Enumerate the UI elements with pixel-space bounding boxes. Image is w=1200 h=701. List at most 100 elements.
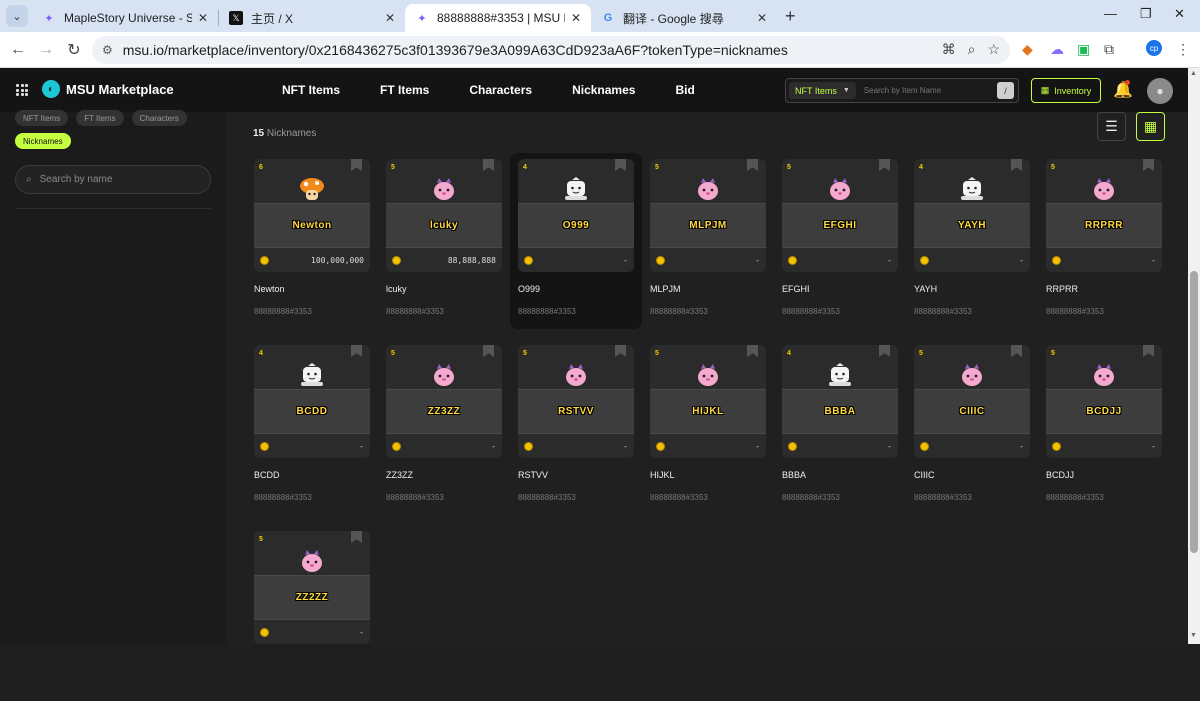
close-icon[interactable]: ✕ (198, 11, 208, 25)
nickname-card[interactable]: 5 BCDJJ - BCDJJ 88888888#3353 (1038, 339, 1170, 515)
search-category-label: NFT Items (795, 85, 837, 96)
address-bar[interactable]: ⚙ msu.io/marketplace/inventory/0x2168436… (92, 36, 1010, 64)
bookmark-icon[interactable] (483, 345, 494, 357)
extension-cloud-icon[interactable]: ☁ (1050, 41, 1064, 58)
nickname-card[interactable]: 4 YAYH - YAYH 88888888#3353 (906, 153, 1038, 329)
menu-dots-icon[interactable]: ⋮ (1176, 41, 1190, 58)
nav-nft-items[interactable]: NFT Items (282, 83, 340, 97)
nickname-plate: ZZ2ZZ (254, 575, 370, 620)
close-icon[interactable]: ✕ (571, 11, 581, 25)
bookmark-icon[interactable] (615, 345, 626, 357)
name-search-input[interactable]: ⌕ Search by name (15, 165, 211, 194)
inventory-button[interactable]: ▦ Inventory (1031, 78, 1101, 103)
grade-badge: 4 (523, 164, 527, 171)
chip-characters[interactable]: Characters (131, 110, 187, 126)
close-window-icon[interactable]: ✕ (1174, 6, 1185, 22)
tab-search-chevron-icon[interactable]: ⌄ (6, 5, 28, 27)
browser-tab-3[interactable]: G 翻译 - Google 搜尋 ✕ (591, 4, 777, 32)
price: - (1151, 442, 1156, 451)
nav-bid[interactable]: Bid (675, 83, 694, 97)
nickname-plate: Newton (254, 203, 370, 248)
scrollbar-thumb[interactable] (1190, 271, 1198, 553)
chip-nft-items[interactable]: NFT Items (15, 110, 69, 126)
site-info-icon[interactable]: ⚙ (102, 43, 113, 57)
price: - (887, 256, 892, 265)
star-icon[interactable]: ☆ (987, 41, 1000, 58)
back-icon[interactable]: ← (4, 41, 32, 59)
bookmark-icon[interactable] (879, 345, 890, 357)
close-icon[interactable]: ✕ (385, 11, 395, 25)
logo[interactable]: ◐ MSU Marketplace (42, 80, 174, 98)
chip-nicknames[interactable]: Nicknames (15, 133, 71, 149)
bookmark-icon[interactable] (1011, 159, 1022, 171)
owner-name: 88888888#3353 (386, 493, 444, 502)
nav-characters[interactable]: Characters (469, 83, 532, 97)
nickname-plate: O999 (518, 203, 634, 248)
extensions-puzzle-icon[interactable]: ⧉ (1104, 41, 1114, 58)
translate-icon[interactable]: ⌘ (942, 41, 956, 58)
coin-icon (392, 256, 401, 265)
nickname-card[interactable]: 4 O999 - O999 88888888#3353 (510, 153, 642, 329)
browser-tab-2[interactable]: ✦ 88888888#3353 | MSU Marke ✕ (405, 4, 591, 32)
list-view-button[interactable]: ☰ (1097, 112, 1126, 141)
plate-text: RSTVV (558, 406, 594, 417)
nickname-card[interactable]: 5 HIJKL - HIJKL 88888888#3353 (642, 339, 774, 515)
extension-game-icon[interactable]: ▣ (1077, 41, 1090, 58)
scroll-down-icon[interactable]: ▼ (1190, 632, 1197, 639)
nickname-card[interactable]: 5 CIIIC - CIIIC 88888888#3353 (906, 339, 1038, 515)
grade-badge: 5 (391, 350, 395, 357)
price: - (1019, 442, 1024, 451)
bookmark-icon[interactable] (351, 345, 362, 357)
chip-ft-items[interactable]: FT Items (76, 110, 124, 126)
nickname-plate: BCDD (254, 389, 370, 434)
bookmark-icon[interactable] (1143, 345, 1154, 357)
x-logo-icon: 𝕏 (229, 11, 243, 25)
close-icon[interactable]: ✕ (757, 11, 767, 25)
bookmark-icon[interactable] (879, 159, 890, 171)
bookmark-icon[interactable] (747, 159, 758, 171)
nickname-card[interactable]: 5 RRPRR - RRPRR 88888888#3353 (1038, 153, 1170, 329)
nickname-card[interactable]: 5 lcuky 88,888,888 lcuky 88888888#3353 (378, 153, 510, 329)
item-search-input[interactable]: Search by Item Name (864, 86, 997, 95)
nickname-card[interactable]: 6 Newton 100,000,000 Newton 88888888#335… (246, 153, 378, 329)
bookmark-icon[interactable] (1143, 159, 1154, 171)
search-category-select[interactable]: NFT Items ▼ (789, 82, 856, 99)
new-tab-icon[interactable]: + (785, 6, 796, 27)
zoom-icon[interactable]: ⌕ (968, 41, 976, 58)
card-image: 5 RRPRR - (1046, 159, 1162, 272)
nickname-card[interactable]: 5 ZZ3ZZ - ZZ3ZZ 88888888#3353 (378, 339, 510, 515)
scroll-up-icon[interactable]: ▲ (1190, 70, 1197, 77)
bookmark-icon[interactable] (747, 345, 758, 357)
nickname-card[interactable]: 4 BBBA - BBBA 88888888#3353 (774, 339, 906, 515)
nickname-plate: YAYH (914, 203, 1030, 248)
apps-grid-icon[interactable] (16, 84, 28, 96)
bookmark-icon[interactable] (483, 159, 494, 171)
nav-ft-items[interactable]: FT Items (380, 83, 429, 97)
browser-tab-0[interactable]: ✦ MapleStory Universe - Server ✕ (32, 4, 218, 32)
nickname-card[interactable]: 5 RSTVV - RSTVV 88888888#3353 (510, 339, 642, 515)
avatar[interactable]: ● (1147, 78, 1173, 104)
grid-view-button[interactable]: ▦ (1136, 112, 1165, 141)
page-scrollbar[interactable]: ▲ ▼ (1188, 68, 1200, 644)
nickname-card[interactable]: 4 BCDD - BCDD 88888888#3353 (246, 339, 378, 515)
plate-text: Newton (292, 220, 332, 231)
card-image: 4 BCDD - (254, 345, 370, 458)
plate-text: HIJKL (692, 406, 724, 417)
reload-icon[interactable]: ↻ (60, 40, 88, 60)
nickname-card[interactable]: 5 EFGHI - EFGHI 88888888#3353 (774, 153, 906, 329)
forward-icon[interactable]: → (32, 41, 60, 59)
bookmark-icon[interactable] (615, 159, 626, 171)
nav-nicknames[interactable]: Nicknames (572, 83, 635, 97)
restore-icon[interactable]: ❐ (1140, 6, 1152, 22)
nickname-card[interactable]: 5 ZZ2ZZ - (246, 525, 378, 701)
bookmark-icon[interactable] (1011, 345, 1022, 357)
coin-icon (524, 442, 533, 451)
price: - (623, 442, 628, 451)
browser-tab-1[interactable]: 𝕏 主页 / X ✕ (219, 4, 405, 32)
bookmark-icon[interactable] (351, 159, 362, 171)
minimize-icon[interactable]: — (1104, 6, 1117, 21)
profile-icon[interactable]: cp (1146, 40, 1162, 56)
nickname-card[interactable]: 5 MLPJM - MLPJM 88888888#3353 (642, 153, 774, 329)
bookmark-icon[interactable] (351, 531, 362, 543)
metamask-icon[interactable]: ◆ (1022, 41, 1033, 58)
